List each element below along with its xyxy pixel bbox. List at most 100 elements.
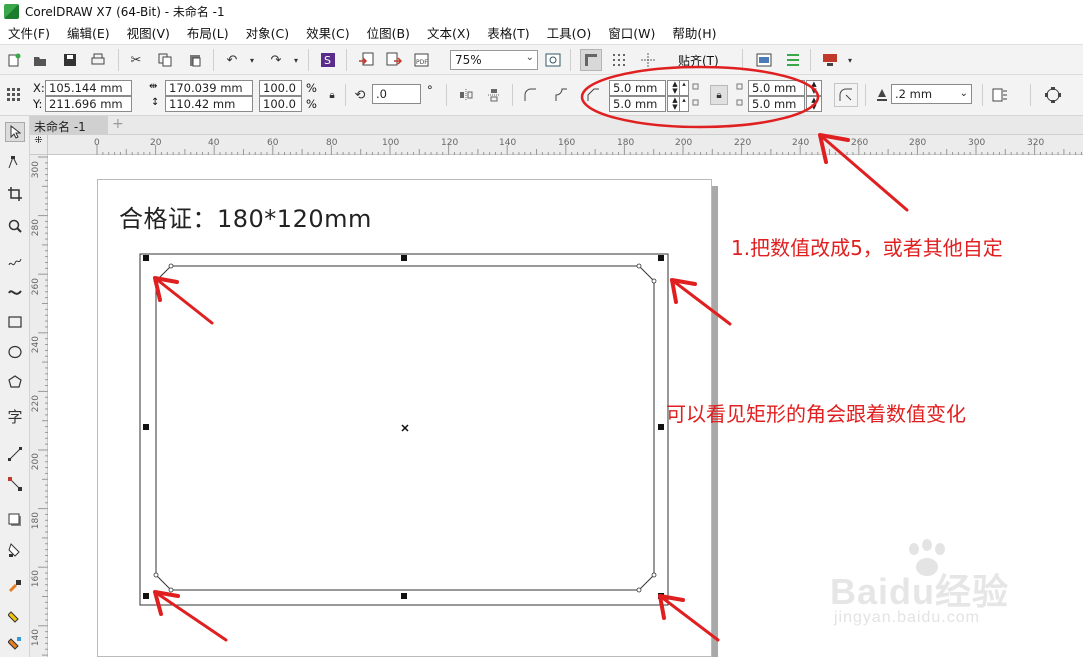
options-icon[interactable]: [783, 50, 803, 70]
ellipse-tool-icon[interactable]: [5, 342, 25, 362]
connector-tool-icon[interactable]: [5, 474, 25, 494]
scale-height-field[interactable]: 100.0: [259, 96, 302, 112]
launcher-dropdown-icon[interactable]: ▾: [840, 50, 860, 70]
menu-table[interactable]: 表格(T): [487, 23, 529, 42]
watermark-url: jingyan.baidu.com: [834, 609, 980, 626]
hruler-label: 240: [792, 138, 810, 148]
snap-to-dropdown[interactable]: 贴齐(T): [678, 52, 719, 69]
interactive-fill-tool-icon[interactable]: [5, 606, 25, 626]
vruler-label: 220: [31, 395, 41, 413]
mirror-vertical-icon[interactable]: [484, 85, 504, 105]
crop-tool-icon[interactable]: [5, 184, 25, 204]
print-icon[interactable]: [88, 50, 108, 70]
menu-edit[interactable]: 编辑(E): [67, 23, 110, 42]
canvas-heading-text[interactable]: 合格证：180*120mm: [119, 199, 372, 234]
menu-effects[interactable]: 效果(C): [306, 23, 349, 42]
svg-text:S: S: [324, 54, 331, 67]
document-page[interactable]: [97, 179, 712, 657]
mirror-horizontal-icon[interactable]: [456, 85, 476, 105]
freehand-tool-icon[interactable]: [5, 252, 25, 272]
drop-shadow-tool-icon[interactable]: [5, 510, 25, 530]
convert-to-curves-icon[interactable]: [1043, 85, 1063, 105]
zoom-tool-icon[interactable]: [5, 216, 25, 236]
chamfered-corner-icon[interactable]: [583, 85, 603, 105]
corner-radius-bottom-right-field[interactable]: 5.0 mm: [748, 96, 805, 112]
width-field[interactable]: 170.039 mm: [165, 80, 253, 96]
import-icon[interactable]: [356, 50, 376, 70]
parallel-dimension-tool-icon[interactable]: [5, 444, 25, 464]
text-tool-icon[interactable]: 字: [5, 406, 25, 426]
transparency-tool-icon[interactable]: [5, 540, 25, 560]
relative-corner-scaling-icon[interactable]: [834, 83, 858, 107]
open-folder-icon[interactable]: [30, 50, 50, 70]
rotation-angle-field[interactable]: .0: [372, 84, 421, 104]
outline-width-select[interactable]: .2 mm ⌄: [891, 84, 972, 104]
outline-pen-icon: [872, 85, 892, 105]
application-launcher-icon[interactable]: [820, 50, 840, 70]
hruler-label: 160: [558, 138, 576, 148]
welcome-screen-icon[interactable]: [754, 50, 774, 70]
corner-radius-top-left-field[interactable]: 5.0 mm: [609, 80, 666, 96]
scalloped-corner-icon[interactable]: [551, 85, 571, 105]
show-grid-icon[interactable]: [609, 50, 629, 70]
new-document-icon[interactable]: [4, 50, 24, 70]
menu-window[interactable]: 窗口(W): [608, 23, 655, 42]
ruler-origin[interactable]: ⁜: [30, 135, 48, 155]
horizontal-ruler: 0 20 40 60 80 100 120 140 160 180 200 22…: [48, 135, 1083, 155]
redo-icon[interactable]: ↷: [266, 50, 286, 70]
height-field[interactable]: 110.42 mm: [165, 96, 253, 112]
corner-radius-bottom-left-field[interactable]: 5.0 mm: [609, 96, 666, 112]
lock-ratio-icon[interactable]: 🔒︎: [322, 85, 342, 105]
save-icon[interactable]: [60, 50, 80, 70]
menu-object[interactable]: 对象(C): [246, 23, 289, 42]
full-screen-preview-icon[interactable]: [543, 50, 563, 70]
hruler-label: 260: [851, 138, 869, 148]
show-guidelines-icon[interactable]: [638, 50, 658, 70]
undo-dropdown-icon[interactable]: ▾: [242, 50, 262, 70]
corner-link-left-icon: [690, 81, 704, 109]
eyedropper-tool-icon[interactable]: [5, 576, 25, 596]
menu-tools[interactable]: 工具(O): [547, 23, 592, 42]
menu-help[interactable]: 帮助(H): [672, 23, 716, 42]
corner-tr-spinner[interactable]: ▲ ▼: [806, 80, 822, 96]
menu-text[interactable]: 文本(X): [427, 23, 470, 42]
vruler-label: 260: [31, 278, 41, 296]
x-position-field[interactable]: 105.144 mm: [45, 80, 132, 96]
document-tab-active[interactable]: 未命名 -1: [30, 116, 108, 135]
smart-fill-tool-icon[interactable]: [5, 633, 25, 653]
artistic-media-tool-icon[interactable]: [5, 282, 25, 302]
search-content-icon[interactable]: S: [318, 50, 338, 70]
menu-bitmaps[interactable]: 位图(B): [367, 23, 410, 42]
object-origin-icon[interactable]: [4, 85, 24, 105]
scale-width-field[interactable]: 100.0: [259, 80, 302, 96]
outline-width-value: .2 mm: [895, 87, 933, 101]
watermark-brand: Baidu经验: [830, 571, 1010, 612]
undo-icon[interactable]: ↶: [222, 50, 242, 70]
y-position-field[interactable]: 211.696 mm: [45, 96, 132, 112]
menu-file[interactable]: 文件(F): [8, 23, 50, 42]
menu-view[interactable]: 视图(V): [127, 23, 170, 42]
corner-br-spinner[interactable]: ▲ ▼: [806, 96, 822, 112]
wrap-text-icon[interactable]: [990, 85, 1010, 105]
export-icon[interactable]: [384, 50, 404, 70]
menu-bar: 文件(F) 编辑(E) 视图(V) 布局(L) 对象(C) 效果(C) 位图(B…: [0, 22, 1083, 42]
y-label: Y:: [33, 97, 43, 111]
corner-bl-step[interactable]: ▴: [679, 96, 689, 112]
add-document-tab-icon[interactable]: +: [112, 117, 126, 132]
publish-pdf-icon[interactable]: PDF: [412, 50, 432, 70]
shape-tool-icon[interactable]: [5, 152, 25, 172]
paste-icon[interactable]: [185, 50, 205, 70]
rectangle-tool-icon[interactable]: [5, 312, 25, 332]
show-rulers-icon[interactable]: [580, 49, 602, 71]
round-corner-icon[interactable]: [520, 85, 540, 105]
copy-icon[interactable]: [155, 50, 175, 70]
menu-layout[interactable]: 布局(L): [187, 23, 229, 42]
polygon-tool-icon[interactable]: [5, 372, 25, 392]
zoom-level-select[interactable]: 75% ⌄: [450, 50, 538, 70]
corner-tl-step[interactable]: ▴: [679, 80, 689, 96]
redo-dropdown-icon[interactable]: ▾: [286, 50, 306, 70]
corner-radius-top-right-field[interactable]: 5.0 mm: [748, 80, 805, 96]
pick-tool-icon[interactable]: [5, 122, 25, 142]
cut-icon[interactable]: ✂: [126, 50, 146, 70]
edit-corners-together-lock-icon[interactable]: 🔒︎: [710, 85, 728, 105]
